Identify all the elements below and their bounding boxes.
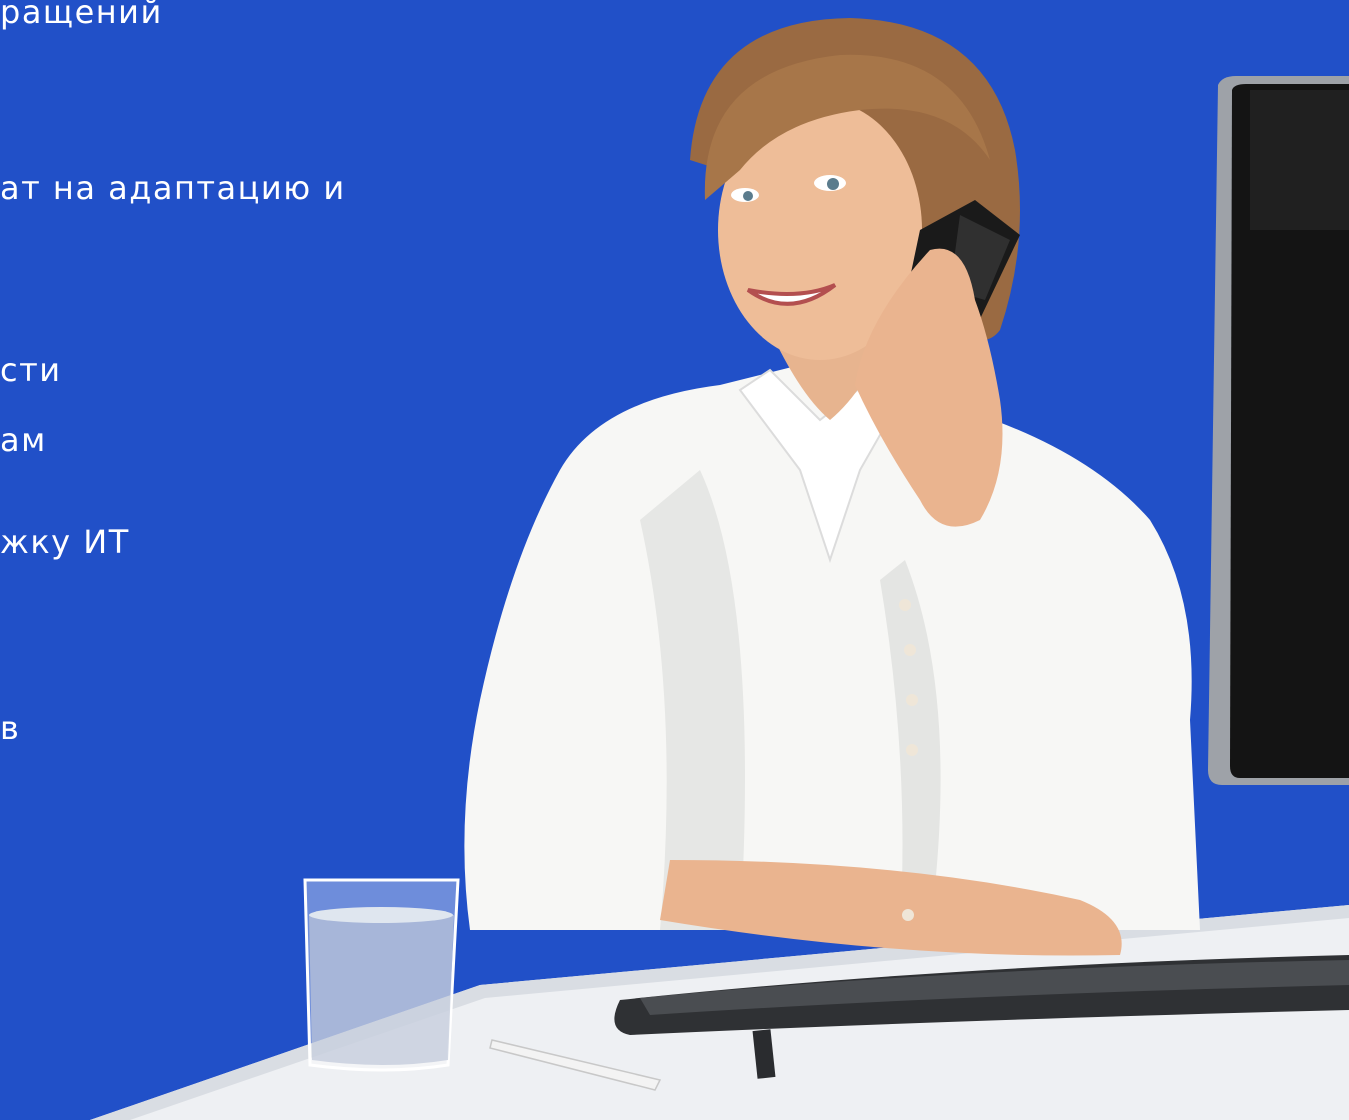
woman-on-phone-illustration bbox=[90, 18, 1349, 1120]
hero-banner: ращений ат на адаптацию и сти ам жку ИТ … bbox=[0, 0, 1349, 1120]
woman bbox=[464, 18, 1200, 956]
glass-of-water bbox=[303, 878, 460, 1072]
computer-monitor bbox=[1208, 76, 1349, 785]
